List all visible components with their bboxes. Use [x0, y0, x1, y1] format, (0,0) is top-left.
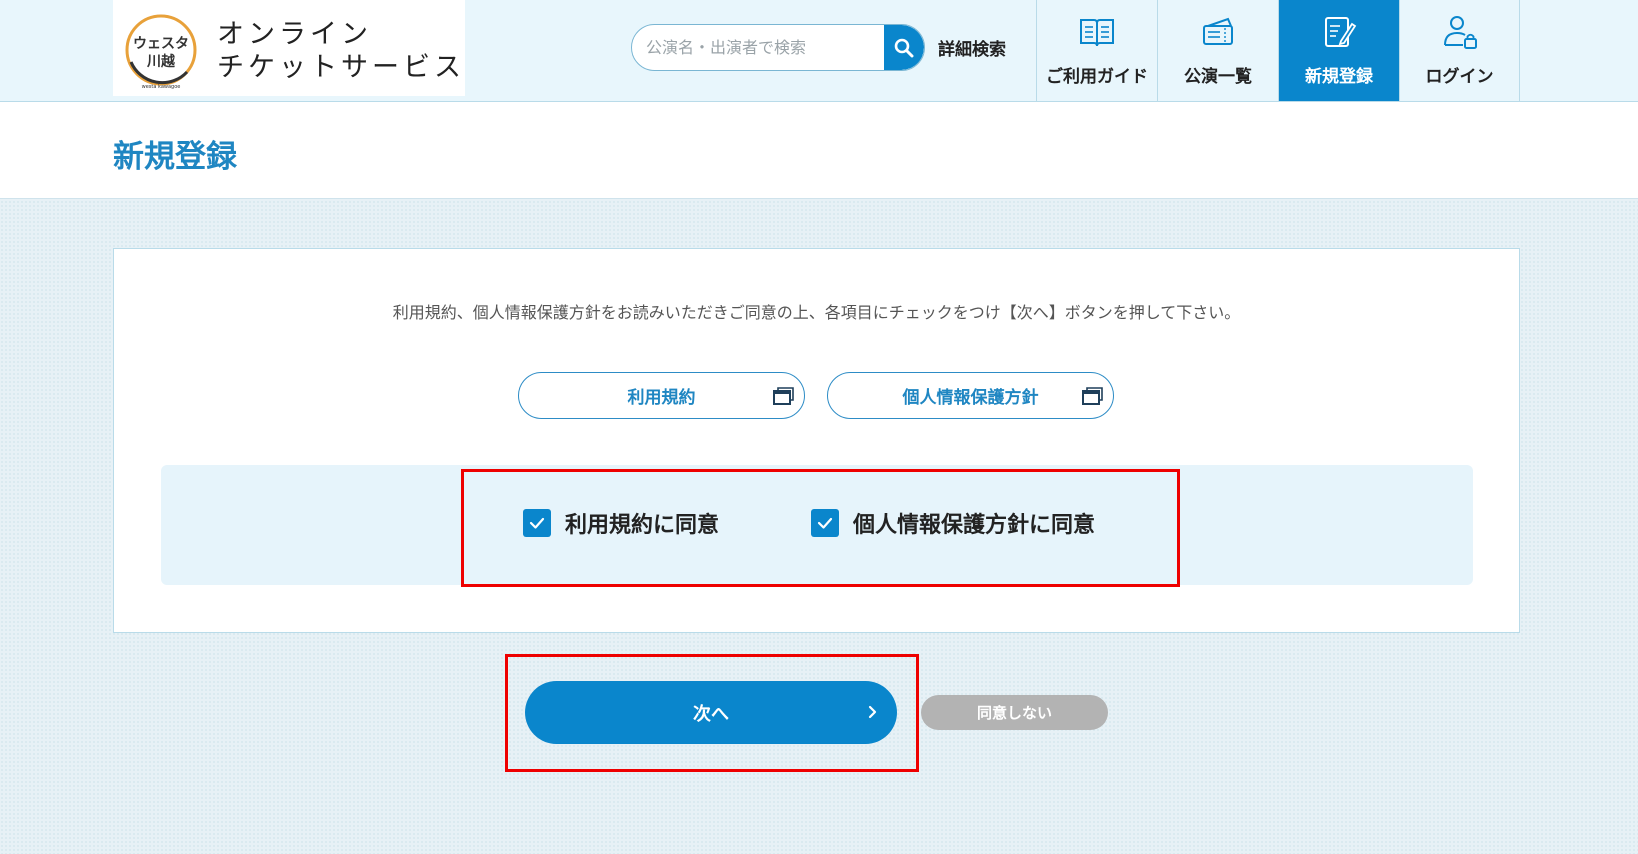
check-icon	[529, 517, 545, 529]
svg-text:westa kawagoe: westa kawagoe	[142, 84, 181, 90]
terms-of-use-label: 利用規約	[627, 388, 696, 408]
agree-privacy-checkbox[interactable]: 個人情報保護方針に同意	[811, 507, 1095, 539]
user-lock-icon	[1443, 16, 1477, 49]
agree-terms-checkbox[interactable]: 利用規約に同意	[523, 507, 719, 539]
checkbox-checked[interactable]	[523, 509, 551, 537]
nav-item-guide[interactable]: ご利用ガイド	[1036, 0, 1157, 101]
terms-of-use-button[interactable]: 利用規約	[518, 372, 805, 419]
chevron-right-icon	[868, 705, 877, 719]
next-button-label: 次へ	[693, 703, 729, 725]
agree-privacy-label: 個人情報保護方針に同意	[853, 513, 1096, 538]
title-band: 新規登録	[0, 102, 1638, 199]
search-bar	[631, 24, 925, 71]
page-title: 新規登録	[113, 139, 237, 175]
next-button[interactable]: 次へ	[525, 681, 897, 744]
instruction-text: 利用規約、個人情報保護方針をお読みいただきご同意の上、各項目にチェックをつけ【次…	[392, 303, 1241, 322]
nav-item-register[interactable]: 新規登録	[1278, 0, 1399, 101]
search-icon	[894, 38, 914, 57]
nav-label: ログイン	[1425, 67, 1494, 87]
nav-label: ご利用ガイド	[1046, 67, 1148, 87]
site-logo[interactable]: ウェスタ 川越 westa kawagoe オンライン チケットサービス	[113, 0, 465, 96]
nav-label: 公演一覧	[1184, 67, 1252, 87]
service-name: オンライン チケットサービス	[217, 19, 465, 83]
advanced-search-link[interactable]: 詳細検索	[938, 35, 1006, 60]
agreement-card: 利用規約、個人情報保護方針をお読みいただきご同意の上、各項目にチェックをつけ【次…	[113, 248, 1520, 633]
book-icon	[1080, 19, 1114, 47]
agree-terms-label: 利用規約に同意	[565, 513, 720, 538]
checkbox-checked[interactable]	[811, 509, 839, 537]
check-icon	[817, 517, 833, 529]
site-header: ウェスタ 川越 westa kawagoe オンライン チケットサービス 詳細検…	[0, 0, 1638, 102]
privacy-policy-label: 個人情報保護方針	[902, 388, 1039, 408]
main-nav: ご利用ガイド 公演一覧 新規登録 ログイン	[1036, 0, 1520, 101]
decline-button[interactable]: 同意しない	[921, 695, 1108, 730]
edit-document-icon	[1325, 17, 1357, 47]
westa-logo-emblem: ウェスタ 川越 westa kawagoe	[125, 14, 197, 90]
nav-label: 新規登録	[1305, 67, 1373, 87]
privacy-policy-button[interactable]: 個人情報保護方針	[827, 372, 1114, 419]
new-window-icon	[1082, 387, 1103, 405]
nav-item-login[interactable]: ログイン	[1399, 0, 1520, 101]
nav-item-performances[interactable]: 公演一覧	[1157, 0, 1278, 101]
search-button[interactable]	[884, 25, 924, 70]
svg-text:川越: 川越	[146, 53, 176, 70]
svg-text:ウェスタ: ウェスタ	[133, 36, 189, 52]
ticket-icon	[1203, 17, 1233, 45]
search-input[interactable]	[632, 25, 886, 70]
agreement-panel: 利用規約に同意 個人情報保護方針に同意	[161, 465, 1473, 585]
new-window-icon	[773, 387, 794, 405]
decline-button-label: 同意しない	[976, 704, 1052, 722]
